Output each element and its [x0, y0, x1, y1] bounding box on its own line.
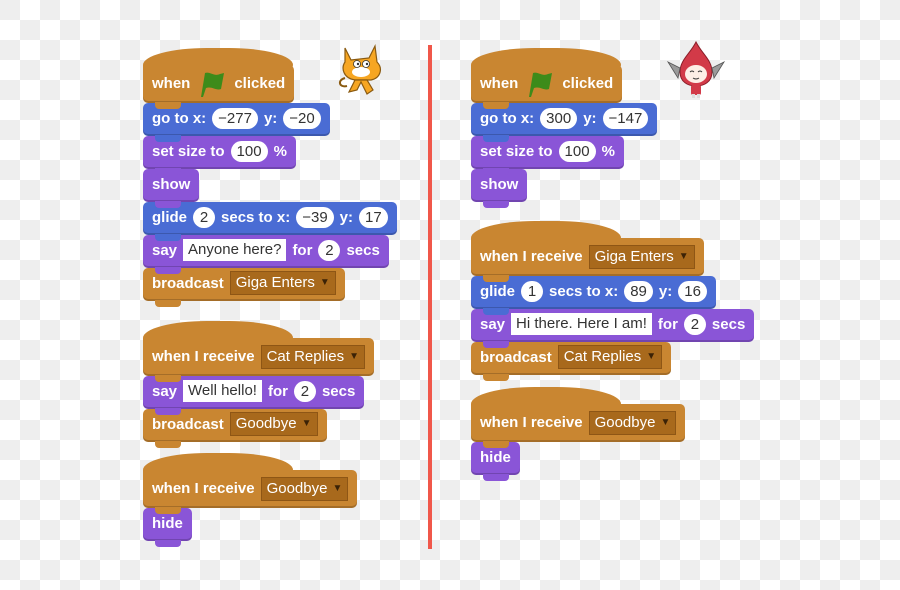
block-label: % — [273, 142, 287, 160]
dropdown-arrow-icon: ▼ — [678, 250, 689, 262]
secs-input[interactable]: 1 — [521, 280, 544, 302]
hat-label: when — [152, 75, 191, 92]
secs-input[interactable]: 2 — [318, 239, 341, 261]
block-label: set size to — [152, 142, 225, 160]
size-input[interactable]: 100 — [558, 140, 596, 162]
say-text-input[interactable]: Well hello! — [183, 380, 262, 402]
block-label: secs to x: — [549, 282, 619, 300]
secs-input[interactable]: 2 — [193, 206, 216, 228]
dropdown-arrow-icon: ▼ — [646, 351, 657, 362]
green-flag-icon — [529, 72, 553, 97]
x-input[interactable]: 89 — [624, 280, 653, 302]
block-label: set size to — [480, 142, 553, 160]
glide-block[interactable]: glide 1 secs to x: 89 y: 16 — [471, 276, 716, 315]
right-script-giga-enters[interactable]: when I receive Giga Enters ▼ glide 1 secs… — [471, 220, 755, 381]
block-label: for — [292, 241, 313, 259]
message-dropdown[interactable]: Goodbye ▼ — [229, 412, 318, 436]
dropdown-arrow-icon: ▼ — [301, 418, 312, 429]
block-label: say — [152, 382, 178, 400]
when-i-receive-block[interactable]: when I receive Cat Replies ▼ — [143, 321, 375, 382]
when-i-receive-block[interactable]: when I receive Giga Enters ▼ — [471, 221, 704, 282]
x-input[interactable]: −277 — [212, 107, 258, 129]
block-label: broadcast — [480, 348, 552, 366]
green-flag-icon — [201, 72, 225, 97]
hat-label: when I receive — [480, 248, 583, 265]
left-script-green-flag[interactable]: when clicked go to x: −277 y: −20 set si… — [143, 47, 397, 307]
hat-label: when I receive — [480, 414, 583, 431]
glide-block[interactable]: glide 2 secs to x: −39 y: 17 — [143, 202, 397, 241]
block-label: y: — [339, 208, 354, 226]
dropdown-arrow-icon: ▼ — [660, 416, 671, 428]
message-dropdown[interactable]: Giga Enters ▼ — [229, 271, 336, 295]
say-text-input[interactable]: Anyone here? — [183, 239, 287, 261]
say-for-secs-block[interactable]: say Anyone here? for 2 secs — [143, 235, 389, 274]
right-script-goodbye[interactable]: when I receive Goodbye ▼ hide — [471, 386, 686, 481]
hat-label: when — [480, 75, 519, 92]
giga-sprite-icon — [666, 40, 726, 98]
block-label: say — [152, 241, 178, 259]
message-dropdown[interactable]: Cat Replies ▼ — [260, 344, 366, 369]
block-label: secs — [711, 315, 746, 333]
say-text-input[interactable]: Hi there. Here I am! — [511, 313, 652, 335]
y-input[interactable]: −20 — [283, 107, 321, 129]
dropdown-value: Cat Replies — [563, 348, 642, 365]
block-label: secs — [346, 241, 380, 259]
block-label: for — [657, 315, 678, 333]
when-flag-clicked-block[interactable]: when clicked — [143, 48, 295, 109]
block-label: hide — [152, 514, 183, 532]
block-label: say — [480, 315, 506, 333]
message-dropdown[interactable]: Goodbye ▼ — [260, 476, 349, 501]
hat-suffix: clicked — [562, 75, 614, 92]
block-label: go to x: — [480, 109, 535, 127]
dropdown-value: Goodbye — [235, 415, 297, 432]
y-input[interactable]: 16 — [678, 280, 707, 302]
block-label: y: — [263, 109, 278, 127]
block-label: glide — [152, 208, 188, 226]
secs-input[interactable]: 2 — [683, 313, 706, 335]
message-dropdown[interactable]: Cat Replies ▼ — [557, 345, 663, 369]
when-i-receive-block[interactable]: when I receive Goodbye ▼ — [471, 387, 686, 448]
dropdown-value: Goodbye — [266, 479, 328, 497]
dropdown-value: Giga Enters — [235, 274, 315, 291]
left-script-goodbye[interactable]: when I receive Goodbye ▼ hide — [143, 452, 358, 547]
dropdown-value: Giga Enters — [594, 247, 674, 265]
dropdown-value: Goodbye — [594, 413, 656, 431]
block-label: y: — [583, 109, 597, 127]
y-input[interactable]: −147 — [602, 107, 649, 129]
left-script-cat-replies[interactable]: when I receive Cat Replies ▼ say Well hel… — [143, 320, 375, 448]
block-label: show — [480, 175, 519, 193]
y-input[interactable]: 17 — [359, 206, 388, 228]
block-label: % — [601, 142, 615, 160]
dropdown-arrow-icon: ▼ — [332, 482, 343, 494]
block-label: broadcast — [152, 274, 224, 292]
hat-label: when I receive — [152, 348, 255, 365]
hat-suffix: clicked — [234, 75, 286, 92]
block-label: glide — [480, 282, 516, 300]
size-input[interactable]: 100 — [230, 140, 268, 162]
block-label: go to x: — [152, 109, 207, 127]
say-for-secs-block[interactable]: say Hi there. Here I am! for 2 secs — [471, 309, 755, 348]
secs-input[interactable]: 2 — [293, 380, 316, 402]
block-label: secs — [321, 382, 356, 400]
block-label: show — [152, 175, 191, 193]
block-label: hide — [480, 448, 511, 466]
dropdown-arrow-icon: ▼ — [349, 350, 360, 362]
column-divider — [428, 45, 432, 549]
when-i-receive-block[interactable]: when I receive Goodbye ▼ — [143, 453, 358, 514]
right-script-green-flag[interactable]: when clicked go to x: 300 y: −147 set si… — [471, 47, 658, 208]
block-label: y: — [658, 282, 673, 300]
hat-label: when I receive — [152, 480, 255, 497]
dropdown-arrow-icon: ▼ — [319, 277, 330, 288]
x-input[interactable]: 300 — [540, 107, 578, 129]
when-flag-clicked-block[interactable]: when clicked — [471, 48, 623, 109]
block-label: broadcast — [152, 415, 224, 433]
block-label: for — [267, 382, 288, 400]
message-dropdown[interactable]: Giga Enters ▼ — [588, 244, 695, 269]
message-dropdown[interactable]: Goodbye ▼ — [588, 410, 677, 435]
block-label: secs to x: — [221, 208, 291, 226]
x-input[interactable]: −39 — [296, 206, 334, 228]
dropdown-value: Cat Replies — [266, 347, 345, 365]
